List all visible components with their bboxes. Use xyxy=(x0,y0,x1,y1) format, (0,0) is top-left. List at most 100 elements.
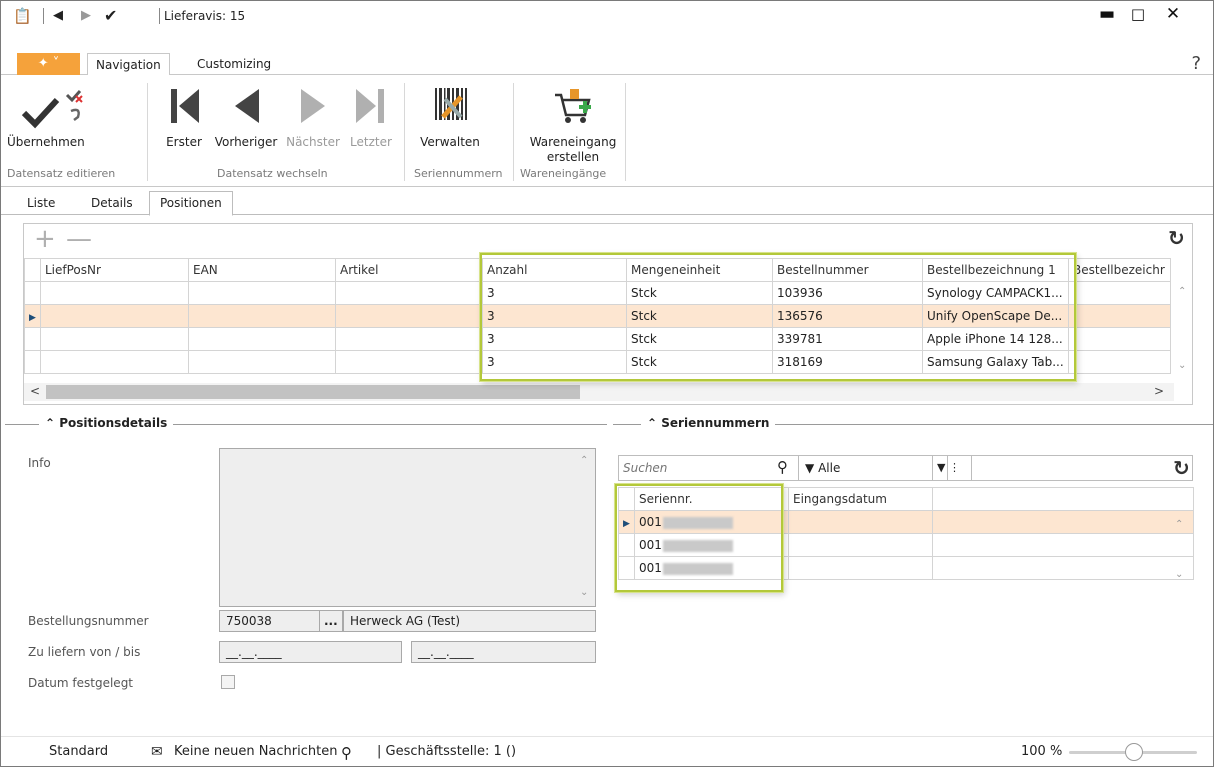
add-icon[interactable]: + xyxy=(34,226,56,252)
tab-customizing[interactable]: Customizing xyxy=(189,53,279,76)
table-row[interactable]: 3 Stck 318169 Samsung Galaxy Tab... xyxy=(24,350,1171,374)
help-button[interactable]: ? xyxy=(1191,53,1201,74)
forward-icon[interactable]: ▶ xyxy=(81,7,91,25)
minimize-button[interactable]: ▬ xyxy=(1094,4,1120,24)
scroll-down-icon[interactable]: ⌄ xyxy=(1175,569,1183,580)
cell-liefposnr[interactable] xyxy=(40,350,189,374)
cell-bestellnummer[interactable]: 136576 xyxy=(772,304,923,328)
cell-mengeneinheit[interactable]: Stck xyxy=(626,327,773,351)
column-header-mengeneinheit[interactable]: Mengeneinheit xyxy=(626,258,773,282)
cell-anzahl[interactable]: 3 xyxy=(482,350,627,374)
cell-anzahl[interactable]: 3 xyxy=(482,327,627,351)
cell-bestellbezeichnung-1[interactable]: Samsung Galaxy Tab... xyxy=(922,350,1069,374)
datum-festgelegt-checkbox[interactable] xyxy=(221,675,235,689)
cell-bestellbezeichnung-1[interactable]: Synology CAMPACK1... xyxy=(922,281,1069,305)
cell-liefposnr[interactable] xyxy=(40,327,189,351)
table-row-selected[interactable]: ▶ 001 xyxy=(618,510,1194,534)
scroll-up-icon[interactable]: ⌃ xyxy=(1178,286,1186,297)
back-icon[interactable]: ◀ xyxy=(53,7,63,25)
column-header-eingangsdatum[interactable]: Eingangsdatum xyxy=(788,487,933,511)
filter-dropdown[interactable]: ▼ Alle xyxy=(798,455,948,481)
table-row[interactable]: 3 Stck 103936 Synology CAMPACK1... xyxy=(24,281,1171,305)
letzter-button[interactable]: Letzter xyxy=(344,79,398,163)
column-header-seriennr[interactable]: Seriennr. xyxy=(634,487,789,511)
column-header-anzahl[interactable]: Anzahl xyxy=(482,258,627,282)
search-icon[interactable]: ⚲ xyxy=(777,458,788,476)
cell-anzahl[interactable]: 3 xyxy=(482,281,627,305)
cell-artikel[interactable] xyxy=(335,327,483,351)
search-icon[interactable]: ⚲ xyxy=(341,744,352,762)
search-input[interactable] xyxy=(619,456,759,480)
seriennummern-search[interactable]: ⚲ xyxy=(618,455,799,481)
cell-anzahl[interactable]: 3 xyxy=(482,304,627,328)
date-from-input[interactable]: __.__.____ xyxy=(219,641,402,663)
tab-liste[interactable]: Liste xyxy=(17,193,65,215)
profile-label[interactable]: Standard xyxy=(49,744,108,759)
cell-bestellnummer[interactable]: 103936 xyxy=(772,281,923,305)
column-header-bestellbezeichnung-2[interactable]: Bestellbezeichr xyxy=(1068,258,1171,282)
maximize-button[interactable]: □ xyxy=(1125,4,1151,24)
cell-liefposnr[interactable] xyxy=(40,281,189,305)
cell-ean[interactable] xyxy=(188,281,336,305)
cell-artikel[interactable] xyxy=(335,304,483,328)
cell-ean[interactable] xyxy=(188,350,336,374)
scroll-up-icon[interactable]: ⌃ xyxy=(1175,519,1183,530)
cell-seriennr[interactable]: 001 xyxy=(634,556,789,580)
table-row[interactable]: 3 Stck 339781 Apple iPhone 14 128... xyxy=(24,327,1171,351)
close-button[interactable]: ✕ xyxy=(1160,4,1186,24)
cell-bestellbezeichnung-2[interactable] xyxy=(1068,281,1171,305)
erster-button[interactable]: Erster xyxy=(161,79,207,163)
filter-extra-field[interactable] xyxy=(971,455,1193,481)
date-to-input[interactable]: __.__.____ xyxy=(411,641,596,663)
cell-seriennr[interactable]: 001 xyxy=(634,533,789,557)
lookup-ellipsis-button[interactable]: ... xyxy=(319,610,343,632)
info-textarea[interactable]: ⌃ ⌄ xyxy=(219,448,596,607)
remove-icon[interactable]: — xyxy=(66,226,92,252)
cell-liefposnr[interactable] xyxy=(40,304,189,328)
refresh-icon[interactable]: ↻ xyxy=(1173,456,1190,480)
column-header-artikel[interactable]: Artikel xyxy=(335,258,483,282)
cell-mengeneinheit[interactable]: Stck xyxy=(626,281,773,305)
cell-bestellnummer[interactable]: 318169 xyxy=(772,350,923,374)
column-header-liefposnr[interactable]: LiefPosNr xyxy=(40,258,189,282)
cell-eingangsdatum[interactable] xyxy=(788,510,933,534)
tab-details[interactable]: Details xyxy=(81,193,143,215)
scroll-up-icon[interactable]: ⌃ xyxy=(580,455,588,466)
cell-bestellbezeichnung-2[interactable] xyxy=(1068,304,1171,328)
cell-bestellbezeichnung-2[interactable] xyxy=(1068,327,1171,351)
scroll-right-icon[interactable]: > xyxy=(1154,384,1164,398)
cell-bestellbezeichnung-1[interactable]: Unify OpenScape De... xyxy=(922,304,1069,328)
scroll-down-icon[interactable]: ⌄ xyxy=(1178,360,1186,371)
cell-mengeneinheit[interactable]: Stck xyxy=(626,304,773,328)
column-header-bestellnummer[interactable]: Bestellnummer xyxy=(772,258,923,282)
cell-seriennr[interactable]: 001 xyxy=(634,510,789,534)
cell-bestellnummer[interactable]: 339781 xyxy=(772,327,923,351)
table-row-selected[interactable]: ▶ 3 Stck 136576 Unify OpenScape De... xyxy=(24,304,1171,328)
uebernehmen-button[interactable]: Übernehmen xyxy=(7,79,85,163)
table-row[interactable]: 001 xyxy=(618,533,1194,557)
naechster-button[interactable]: Nächster xyxy=(283,79,343,163)
messages-label[interactable]: Keine neuen Nachrichten xyxy=(174,744,337,759)
horizontal-scrollbar[interactable]: < > xyxy=(24,383,1174,401)
bestellungsnummer-input[interactable]: 750038 xyxy=(219,610,320,632)
cell-artikel[interactable] xyxy=(335,350,483,374)
column-header-bestellbezeichnung-1[interactable]: Bestellbezeichnung 1 xyxy=(922,258,1069,282)
verwalten-button[interactable]: Verwalten xyxy=(413,79,487,163)
scrollbar-thumb[interactable] xyxy=(46,385,580,399)
scroll-down-icon[interactable]: ⌄ xyxy=(580,587,588,598)
cell-eingangsdatum[interactable] xyxy=(788,556,933,580)
checkmark-icon[interactable]: ✔ xyxy=(104,7,117,25)
tab-positionen[interactable]: Positionen xyxy=(149,191,233,216)
filter-options-button[interactable]: ▼ ⋮ xyxy=(932,455,972,481)
scroll-left-icon[interactable]: < xyxy=(30,384,40,398)
table-row[interactable]: 001 xyxy=(618,556,1194,580)
cell-artikel[interactable] xyxy=(335,281,483,305)
vorheriger-button[interactable]: Vorheriger xyxy=(211,79,281,163)
positionsdetails-header[interactable]: ⌃ Positionsdetails xyxy=(39,416,174,430)
cell-bestellbezeichnung-1[interactable]: Apple iPhone 14 128... xyxy=(922,327,1069,351)
zoom-slider-handle[interactable] xyxy=(1125,743,1143,761)
cell-mengeneinheit[interactable]: Stck xyxy=(626,350,773,374)
tab-navigation[interactable]: Navigation xyxy=(87,53,170,76)
column-header-ean[interactable]: EAN xyxy=(188,258,336,282)
wareneingang-erstellen-button[interactable]: Wareneingang erstellen xyxy=(521,79,625,167)
